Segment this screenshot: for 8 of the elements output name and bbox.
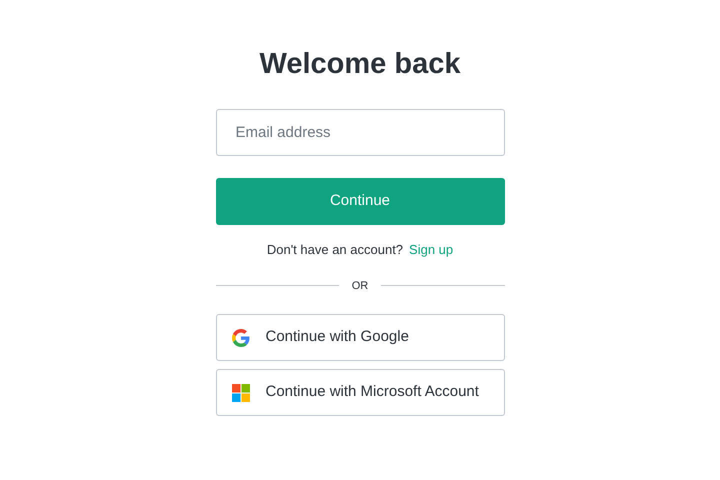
or-divider-label: OR <box>352 278 368 294</box>
signup-prompt: Don't have an account? <box>266 241 404 259</box>
email-field[interactable]: Email address <box>216 109 504 156</box>
microsoft-icon <box>232 384 250 402</box>
google-icon <box>232 328 250 346</box>
provider-button[interactable]: Continue with Microsoft Account <box>216 369 504 416</box>
provider-button[interactable]: Continue with Google <box>216 314 504 361</box>
page-title: Welcome back <box>260 47 460 82</box>
